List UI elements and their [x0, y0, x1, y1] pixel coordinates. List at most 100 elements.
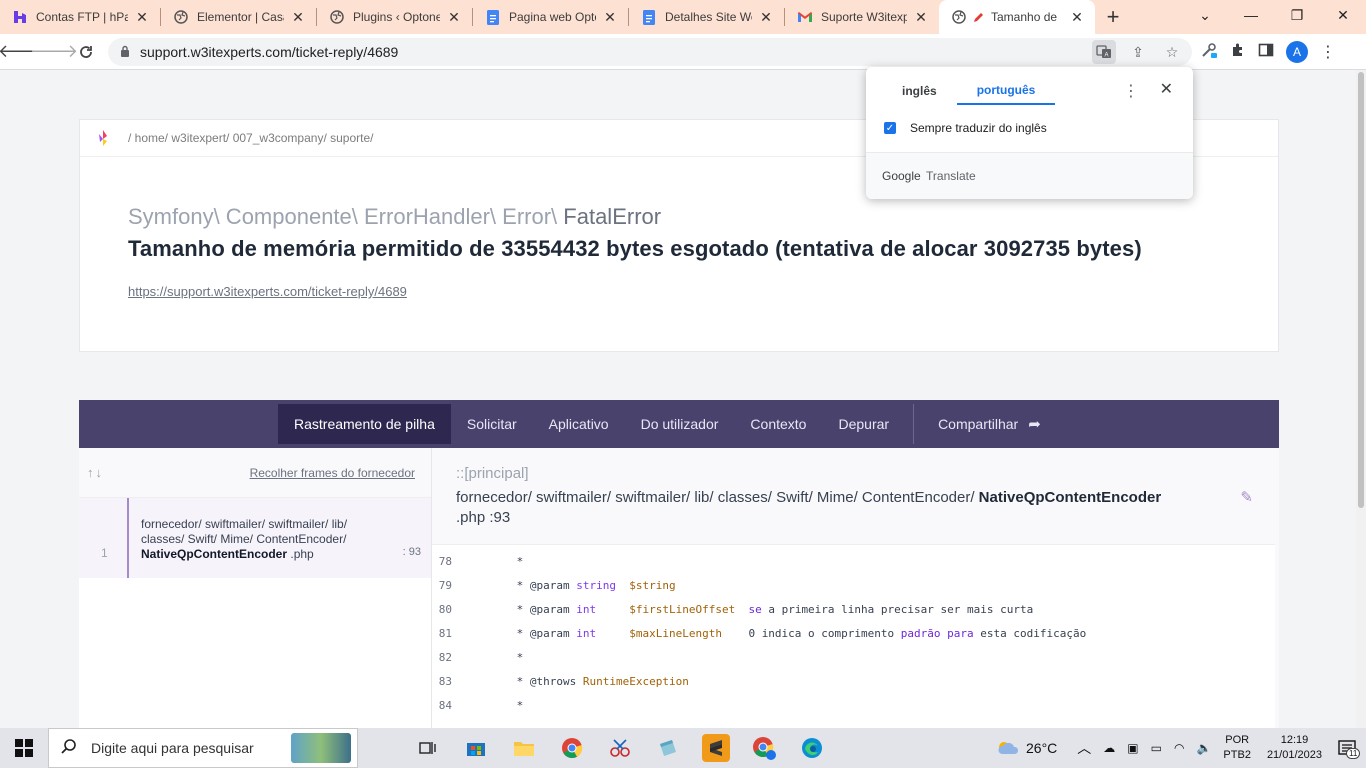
- extension-tool-icon[interactable]: [1200, 41, 1218, 64]
- tab-debug[interactable]: Depurar: [822, 404, 905, 444]
- code-line: 84 *: [432, 693, 1275, 717]
- frame-nav-arrows-icon[interactable]: ↑↓: [87, 465, 104, 480]
- translate-icon[interactable]: A: [1092, 40, 1116, 64]
- tab-strip: Contas FTP | hPan ✕ Elementor | Casa ✕ P…: [0, 0, 1366, 34]
- volume-icon[interactable]: 🔈: [1196, 741, 1211, 755]
- profile-avatar[interactable]: A: [1286, 41, 1308, 63]
- extensions-puzzle-icon[interactable]: [1230, 42, 1246, 63]
- stack-frame[interactable]: 1 fornecedor/ swiftmailer/ swiftmailer/ …: [79, 498, 431, 578]
- close-window-button[interactable]: ✕: [1320, 0, 1366, 30]
- close-icon[interactable]: ✕: [446, 9, 462, 26]
- address-bar[interactable]: support.w3itexperts.com/ticket-reply/468…: [108, 38, 1192, 66]
- bookmark-star-icon[interactable]: ☆: [1160, 40, 1184, 64]
- always-translate-label: Sempre traduzir do inglês: [910, 121, 1047, 135]
- google-logo: Google: [882, 169, 921, 183]
- tab-title: Detalhes Site We: [665, 10, 752, 24]
- onedrive-icon[interactable]: ☁: [1103, 741, 1115, 755]
- new-tab-button[interactable]: +: [1095, 0, 1131, 34]
- share-button[interactable]: Compartilhar ➦: [922, 404, 1057, 444]
- code-line-number: 80: [438, 602, 452, 616]
- reload-button[interactable]: [70, 36, 102, 68]
- device-icon[interactable]: ▣: [1127, 741, 1138, 755]
- tab-elementor[interactable]: Elementor | Casa ✕: [161, 0, 316, 34]
- search-placeholder: Digite aqui para pesquisar: [91, 740, 254, 756]
- tray-overflow-icon[interactable]: ︿: [1077, 738, 1091, 758]
- frame-file-path: fornecedor/ swiftmailer/ swiftmailer/ li…: [456, 488, 1226, 528]
- url-text: support.w3itexperts.com/ticket-reply/468…: [140, 44, 399, 60]
- translate-footer: Google Translate: [866, 152, 1193, 199]
- share-label: Compartilhar: [938, 416, 1019, 432]
- reload-icon: [80, 45, 92, 58]
- code-line-number: 81: [438, 626, 452, 640]
- clock[interactable]: 12:19 21/01/2023: [1267, 733, 1322, 763]
- error-class-name: FatalError: [563, 204, 662, 229]
- tab-detalhes-site[interactable]: Detalhes Site We ✕: [629, 0, 784, 34]
- tab-search-icon[interactable]: ⌄: [1182, 0, 1228, 30]
- minimize-button[interactable]: —: [1228, 0, 1274, 30]
- translate-target-tab[interactable]: português: [956, 77, 1056, 105]
- sublime-text-icon[interactable]: [702, 734, 730, 762]
- code-line: 80 * @param int $firstLineOffset se a pr…: [432, 597, 1275, 621]
- chrome-icon[interactable]: [558, 734, 586, 762]
- weather-cloud-icon: [996, 739, 1020, 758]
- forward-button[interactable]: 🡒: [30, 36, 78, 68]
- tab-pagina-web[interactable]: Pagina web Optc ✕: [473, 0, 628, 34]
- close-icon[interactable]: ✕: [290, 9, 306, 26]
- svg-text:A: A: [1105, 53, 1109, 59]
- notes-app-icon[interactable]: [654, 734, 682, 762]
- side-panel-icon[interactable]: [1258, 42, 1274, 63]
- close-icon[interactable]: ✕: [1069, 9, 1085, 26]
- tab-app[interactable]: Aplicativo: [533, 404, 625, 444]
- taskbar-search-input[interactable]: Digite aqui para pesquisar: [48, 728, 358, 768]
- tab-stack-trace[interactable]: Rastreamento de pilha: [278, 404, 451, 444]
- error-url-link[interactable]: https://support.w3itexperts.com/ticket-r…: [128, 284, 407, 299]
- close-icon[interactable]: ✕: [758, 9, 774, 26]
- restore-button[interactable]: ❐: [1274, 0, 1320, 30]
- clock-date: 21/01/2023: [1266, 749, 1322, 761]
- tab-title: Plugins ‹ Optone: [353, 10, 440, 24]
- tab-tamanho-active[interactable]: Tamanho de ✕: [939, 0, 1095, 34]
- tab-suporte[interactable]: Suporte W3itexp ✕: [785, 0, 939, 34]
- frame-line-number: : 93: [402, 546, 421, 558]
- tab-title: Suporte W3itexp: [821, 10, 907, 24]
- translate-popup: inglês português ⋮ ✕ ✓ Sempre traduzir d…: [866, 67, 1193, 199]
- translate-source-tab[interactable]: inglês: [882, 77, 957, 105]
- tab-plugins[interactable]: Plugins ‹ Optone ✕: [317, 0, 472, 34]
- translate-more-icon[interactable]: ⋮: [1123, 81, 1139, 101]
- windows-start-icon[interactable]: [0, 728, 48, 768]
- code-line-text: * @throws RuntimeException: [510, 674, 689, 688]
- stack-tabs-bar: Rastreamento de pilha Solicitar Aplicati…: [79, 400, 1279, 448]
- chrome-profile-icon[interactable]: [750, 734, 778, 762]
- file-explorer-icon[interactable]: [510, 734, 538, 762]
- frame-ext: .php: [290, 547, 314, 561]
- error-class: Symfony\ Componente\ ErrorHandler\ Error…: [128, 204, 661, 230]
- search-highlight-image: [291, 733, 351, 763]
- temperature-label: 26°C: [1026, 740, 1058, 756]
- translate-brand: Translate: [926, 169, 976, 183]
- close-icon[interactable]: ✕: [134, 9, 150, 26]
- task-view-icon[interactable]: [414, 734, 442, 762]
- translate-close-icon[interactable]: ✕: [1160, 79, 1173, 99]
- pencil-edit-icon[interactable]: ✎: [1240, 488, 1253, 506]
- tab-request[interactable]: Solicitar: [451, 404, 533, 444]
- tab-hpanel[interactable]: Contas FTP | hPan ✕: [0, 0, 160, 34]
- collapse-vendor-frames-link[interactable]: Recolher frames do fornecedor: [250, 466, 415, 480]
- close-icon[interactable]: ✕: [602, 9, 618, 26]
- notifications-icon[interactable]: 11: [1338, 740, 1361, 759]
- always-translate-option[interactable]: ✓ Sempre traduzir do inglês: [884, 121, 1047, 135]
- close-icon[interactable]: ✕: [913, 9, 929, 26]
- share-icon[interactable]: ⇪: [1126, 40, 1150, 64]
- tab-user[interactable]: Do utilizador: [625, 404, 735, 444]
- microsoft-store-icon[interactable]: [462, 734, 490, 762]
- more-menu-icon[interactable]: ⋮: [1320, 42, 1336, 62]
- weather-widget[interactable]: 26°C: [996, 739, 1057, 758]
- snipping-tool-icon[interactable]: [606, 734, 634, 762]
- battery-icon[interactable]: ▭: [1151, 741, 1162, 755]
- input-language[interactable]: POR PTB2: [1223, 733, 1251, 763]
- code-line-text: * @param string $string: [510, 578, 676, 592]
- tab-context[interactable]: Contexto: [734, 404, 822, 444]
- wifi-icon[interactable]: ◠: [1174, 741, 1184, 755]
- edge-icon[interactable]: [798, 734, 826, 762]
- scrollbar-thumb[interactable]: [1358, 72, 1364, 508]
- checkbox-checked-icon[interactable]: ✓: [884, 122, 896, 134]
